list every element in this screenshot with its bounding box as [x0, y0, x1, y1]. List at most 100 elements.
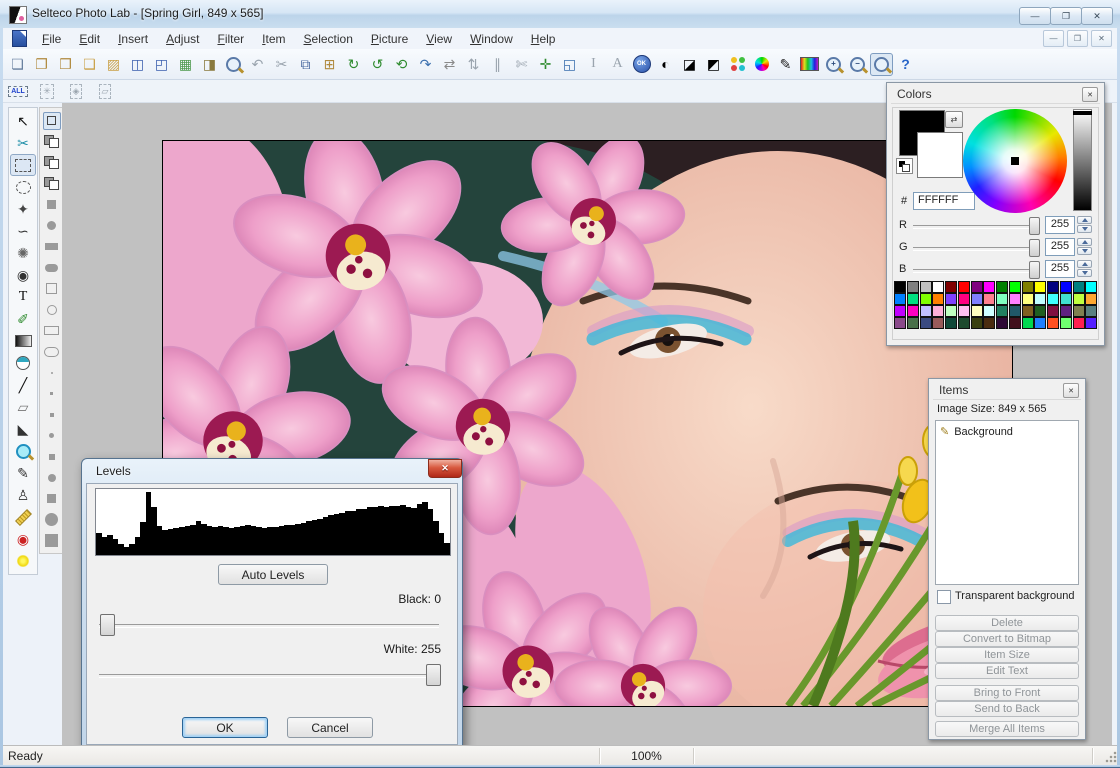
palette-swatch-46[interactable] [1073, 305, 1085, 317]
zoom-tool-button[interactable] [10, 440, 36, 462]
palette-swatch-22[interactable] [971, 293, 983, 305]
transparent-background-checkbox[interactable] [937, 590, 951, 604]
new-document-button[interactable]: ❏ [6, 53, 29, 76]
palette-swatch-8[interactable] [996, 281, 1008, 293]
help-button[interactable]: ? [894, 53, 917, 76]
gradient-palette-button[interactable] [798, 53, 821, 76]
palette-swatch-40[interactable] [996, 305, 1008, 317]
auto-levels-button[interactable]: Auto Levels [218, 564, 328, 585]
palette-swatch-17[interactable] [907, 293, 919, 305]
palette-swatch-50[interactable] [920, 317, 932, 329]
flip-horizontal-button[interactable]: ⇄ [438, 53, 461, 76]
palette-swatch-21[interactable] [958, 293, 970, 305]
black-level-slider[interactable] [100, 614, 115, 636]
menu-insert[interactable]: Insert [109, 30, 157, 48]
draw-line-button[interactable]: ✎ [774, 53, 797, 76]
palette-swatch-48[interactable] [894, 317, 906, 329]
gradient-tool-button[interactable] [10, 330, 36, 352]
menu-filter[interactable]: Filter [208, 30, 253, 48]
eyedropper-tool-button[interactable]: ✐ [10, 308, 36, 330]
brush-size-9-button[interactable] [42, 530, 62, 551]
palette-swatch-58[interactable] [1022, 317, 1034, 329]
swap-colors-icon[interactable]: ⇄ [945, 111, 963, 128]
arrange-send-backward-button[interactable] [42, 152, 62, 173]
text-tool-button[interactable]: T [10, 286, 36, 308]
palette-swatch-25[interactable] [1009, 293, 1021, 305]
brush-ellipse-outline-button[interactable] [42, 341, 62, 362]
shape-square-button-button[interactable] [42, 110, 62, 131]
brush-circle-outline-button[interactable] [42, 299, 62, 320]
palette-swatch-5[interactable] [958, 281, 970, 293]
brush-square-filled-button[interactable] [42, 194, 62, 215]
document-icon[interactable] [12, 30, 27, 47]
red-eye-tool-button[interactable]: ◉ [10, 528, 36, 550]
ellipse-select-tool-button[interactable] [10, 176, 36, 198]
menu-help[interactable]: Help [522, 30, 565, 48]
palette-swatch-2[interactable] [920, 281, 932, 293]
palette-swatch-9[interactable] [1009, 281, 1021, 293]
mdi-restore-button[interactable]: ❐ [1067, 30, 1088, 47]
print-button[interactable]: ◨ [198, 53, 221, 76]
palette-swatch-19[interactable] [932, 293, 944, 305]
palette-swatch-29[interactable] [1060, 293, 1072, 305]
brush-rect-filled-button[interactable] [42, 236, 62, 257]
open-folder-button[interactable]: ❑ [78, 53, 101, 76]
zoom-in-button[interactable]: + [822, 53, 845, 76]
resize-grip[interactable] [1105, 751, 1117, 763]
brush-circle-filled-button[interactable] [42, 215, 62, 236]
brightness-marker[interactable] [1073, 111, 1092, 115]
black-level-track[interactable] [99, 624, 439, 628]
b-value-field[interactable]: 255 [1045, 260, 1075, 278]
palette-swatch-38[interactable] [971, 305, 983, 317]
save-button[interactable]: ◫ [126, 53, 149, 76]
layer-item[interactable]: ✎Background [936, 421, 1078, 438]
hue-saturation-button[interactable] [750, 53, 773, 76]
arrange-order-button[interactable] [42, 173, 62, 194]
pointer-tool-button[interactable]: ↖ [10, 110, 36, 132]
print-preview-button[interactable] [222, 53, 245, 76]
palette-swatch-16[interactable] [894, 293, 906, 305]
minimize-button[interactable]: — [1019, 7, 1051, 25]
copy-button[interactable]: ⧉ [294, 53, 317, 76]
background-color-swatch[interactable] [917, 132, 963, 178]
b-spin-up-icon[interactable] [1077, 260, 1092, 268]
spray-tool-button[interactable] [10, 550, 36, 572]
scissors-tool-button[interactable]: ✂ [10, 132, 36, 154]
r-slider-thumb[interactable] [1029, 217, 1040, 235]
polygon-select-tool-button[interactable]: ✦ [10, 198, 36, 220]
brush-size-2-button[interactable] [42, 383, 62, 404]
rotate-right-button[interactable]: ↻ [342, 53, 365, 76]
palette-swatch-12[interactable] [1047, 281, 1059, 293]
select-all-button[interactable]: ALL [5, 82, 31, 100]
palette-swatch-13[interactable] [1060, 281, 1072, 293]
paste-button[interactable]: ⊞ [318, 53, 341, 76]
resize-button[interactable]: ✛ [534, 53, 557, 76]
palette-swatch-61[interactable] [1060, 317, 1072, 329]
palette-swatch-59[interactable] [1034, 317, 1046, 329]
r-value-field[interactable]: 255 [1045, 216, 1075, 234]
b-slider-track[interactable] [913, 269, 1039, 273]
brush-square-outline-button[interactable] [42, 278, 62, 299]
palette-swatch-32[interactable] [894, 305, 906, 317]
palette-swatch-52[interactable] [945, 317, 957, 329]
menu-file[interactable]: File [33, 30, 70, 48]
palette-swatch-45[interactable] [1060, 305, 1072, 317]
ok-button[interactable]: OK [182, 717, 268, 738]
brush-ellipse-filled-button[interactable] [42, 257, 62, 278]
palette-swatch-63[interactable] [1085, 317, 1097, 329]
palette-swatch-56[interactable] [996, 317, 1008, 329]
open-image-folder-button[interactable]: ▨ [102, 53, 125, 76]
menu-picture[interactable]: Picture [362, 30, 417, 48]
ruler-tool-button[interactable] [10, 506, 36, 528]
palette-swatch-34[interactable] [920, 305, 932, 317]
brush-size-3-button[interactable] [42, 404, 62, 425]
palette-swatch-62[interactable] [1073, 317, 1085, 329]
shape-tool-button[interactable]: ◉ [10, 264, 36, 286]
color-balance-button[interactable] [726, 53, 749, 76]
palette-swatch-1[interactable] [907, 281, 919, 293]
palette-swatch-39[interactable] [983, 305, 995, 317]
g-slider-thumb[interactable] [1029, 239, 1040, 257]
brush-size-6-button[interactable] [42, 467, 62, 488]
zoom-out-button[interactable]: − [846, 53, 869, 76]
line-tool-button[interactable]: ╱ [10, 374, 36, 396]
